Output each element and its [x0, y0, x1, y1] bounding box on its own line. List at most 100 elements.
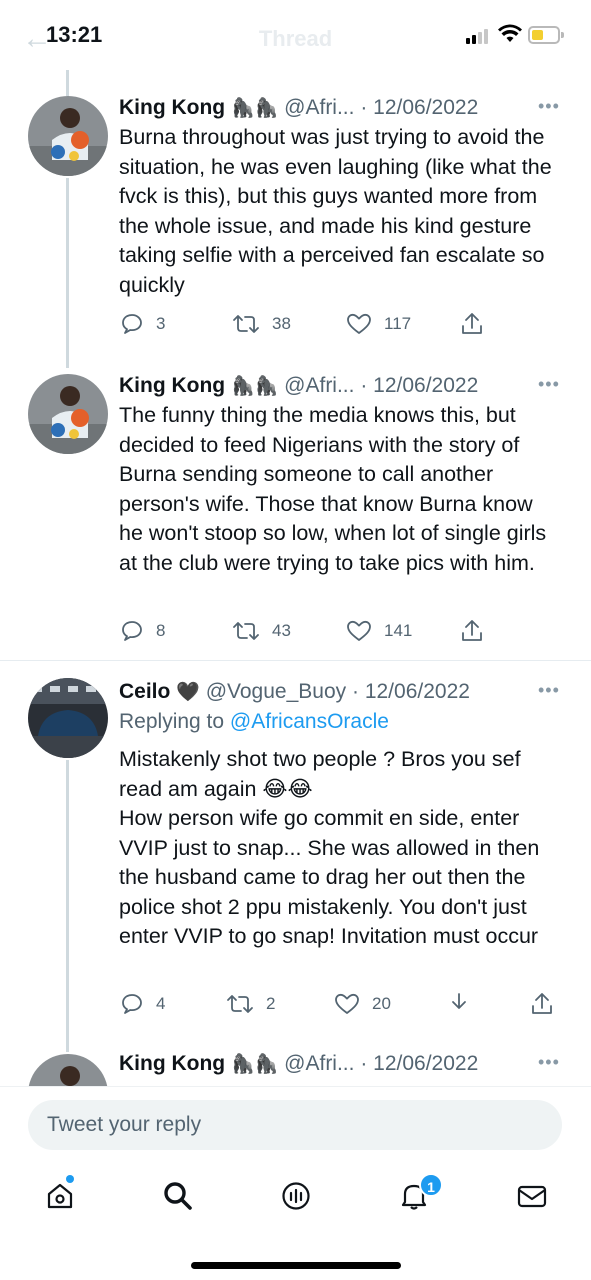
retweet-button[interactable]: 38: [232, 309, 291, 339]
more-icon[interactable]: •••: [538, 1048, 560, 1076]
reply-icon: [122, 314, 142, 334]
tweet-divider: [0, 660, 591, 661]
reply-count: 3: [156, 314, 166, 333]
tweet-date[interactable]: 12/06/2022: [365, 680, 470, 703]
like-count: 117: [384, 314, 412, 333]
clock: 13:21: [46, 22, 103, 47]
retweet-button[interactable]: 2: [226, 989, 275, 1019]
tweet-date[interactable]: 12/06/2022: [373, 1052, 478, 1075]
tweet-date[interactable]: 12/06/2022: [373, 374, 478, 397]
display-name[interactable]: King Kong: [119, 96, 225, 119]
share-icon: [462, 313, 482, 334]
share-icon: [532, 993, 552, 1014]
tweet[interactable]: King Kong 🦍🦍 @Afri... · 12/06/2022 ••• T…: [0, 370, 591, 650]
display-name[interactable]: King Kong: [119, 1052, 225, 1075]
avatar[interactable]: [28, 1054, 108, 1086]
reply-count: 4: [156, 994, 166, 1013]
tweet-actions: 8 43 141: [0, 616, 591, 646]
tweet[interactable]: King Kong 🦍🦍 @Afri... · 12/06/2022 ••• B…: [0, 92, 591, 342]
retweet-icon: [233, 622, 259, 640]
name-emoji: 🦍🦍: [230, 1054, 279, 1075]
separator-dot: ·: [360, 374, 368, 397]
tweet-actions: 3 38 117: [0, 309, 591, 339]
reply-icon: [122, 994, 142, 1014]
download-icon: [452, 993, 466, 1009]
tab-spaces[interactable]: [276, 1176, 316, 1216]
envelope-icon: [517, 1185, 547, 1208]
tweet-text: Mistakenly shot two people ? Bros you se…: [119, 745, 559, 952]
tweet-header: King Kong 🦍🦍 @Afri... · 12/06/2022: [119, 1048, 539, 1080]
retweet-count: 43: [272, 621, 291, 640]
separator-dot: ·: [360, 96, 368, 119]
name-emoji: 🦍🦍: [230, 98, 279, 119]
reply-button[interactable]: 4: [120, 989, 165, 1019]
status-bar: ← Thread 13:21: [0, 0, 591, 70]
like-count: 141: [384, 621, 413, 640]
home-indicator[interactable]: [191, 1262, 401, 1269]
user-handle[interactable]: @Vogue_Buoy: [206, 680, 346, 703]
search-icon: [164, 1182, 192, 1210]
new-content-dot: [66, 1175, 74, 1183]
user-handle[interactable]: @Afri...: [284, 374, 354, 397]
spaces-icon: [282, 1182, 310, 1210]
like-count: 20: [372, 994, 391, 1013]
notifications-badge: 1: [419, 1173, 443, 1197]
wifi-icon: [498, 24, 522, 42]
display-name[interactable]: Ceilo: [119, 680, 170, 703]
battery-icon: [528, 26, 564, 44]
like-button[interactable]: 117: [346, 309, 411, 339]
tab-messages[interactable]: [512, 1176, 552, 1216]
home-icon: [47, 1183, 73, 1209]
avatar[interactable]: [28, 96, 108, 176]
retweet-icon: [227, 995, 253, 1013]
heart-icon: [347, 620, 371, 641]
like-button[interactable]: 141: [346, 616, 412, 646]
retweet-icon: [233, 315, 259, 333]
tweet[interactable]: King Kong 🦍🦍 @Afri... · 12/06/2022 •••: [0, 1048, 591, 1086]
tab-search[interactable]: [158, 1176, 198, 1216]
more-icon[interactable]: •••: [538, 370, 560, 398]
share-button[interactable]: [530, 989, 554, 1019]
retweet-button[interactable]: 43: [232, 616, 291, 646]
display-name[interactable]: King Kong: [119, 374, 225, 397]
tweet[interactable]: Ceilo 🖤 @Vogue_Buoy · 12/06/2022 ••• Rep…: [0, 676, 591, 1036]
reply-button[interactable]: 8: [120, 616, 165, 646]
replying-to: Replying to @AfricansOracle: [119, 710, 389, 734]
share-icon: [462, 620, 482, 641]
more-icon[interactable]: •••: [538, 676, 560, 704]
tweet-header: King Kong 🦍🦍 @Afri... · 12/06/2022: [119, 92, 539, 124]
tweet-text-line: Mistakenly shot two people ? Bros you se…: [119, 747, 521, 801]
heart-icon: [335, 993, 359, 1014]
share-button[interactable]: [460, 616, 484, 646]
tweet-header: Ceilo 🖤 @Vogue_Buoy · 12/06/2022: [119, 676, 539, 708]
reply-count: 8: [156, 621, 166, 640]
reply-icon: [122, 621, 142, 641]
more-icon[interactable]: •••: [538, 92, 560, 120]
reply-button[interactable]: 3: [120, 309, 165, 339]
retweet-count: 38: [272, 314, 291, 333]
name-emoji: 🦍🦍: [230, 376, 279, 397]
retweet-count: 2: [266, 994, 276, 1013]
cellular-signal-icon: [466, 28, 490, 44]
avatar[interactable]: [28, 678, 108, 758]
reply-input[interactable]: [28, 1100, 562, 1150]
separator-dot: ·: [351, 680, 359, 703]
user-handle[interactable]: @Afri...: [284, 96, 354, 119]
tweet-text: The funny thing the media knows this, bu…: [119, 403, 547, 575]
share-button[interactable]: [460, 309, 484, 339]
tweet-header: King Kong 🦍🦍 @Afri... · 12/06/2022: [119, 370, 539, 402]
avatar[interactable]: [28, 374, 108, 454]
tweet-date[interactable]: 12/06/2022: [373, 96, 478, 119]
replying-to-prefix: Replying to: [119, 710, 230, 733]
tweet-text: Burna throughout was just trying to avoi…: [119, 125, 552, 297]
heart-icon: [347, 313, 371, 334]
tweet-actions: 4 2 20: [0, 989, 591, 1019]
replying-to-handle[interactable]: @AfricansOracle: [230, 710, 389, 733]
download-button[interactable]: [447, 989, 471, 1019]
tab-home[interactable]: [40, 1176, 80, 1216]
name-emoji: 🖤: [176, 682, 200, 703]
user-handle[interactable]: @Afri...: [284, 1052, 354, 1075]
like-button[interactable]: 20: [334, 989, 391, 1019]
separator-dot: ·: [360, 1052, 368, 1075]
reply-composer[interactable]: [28, 1100, 562, 1150]
